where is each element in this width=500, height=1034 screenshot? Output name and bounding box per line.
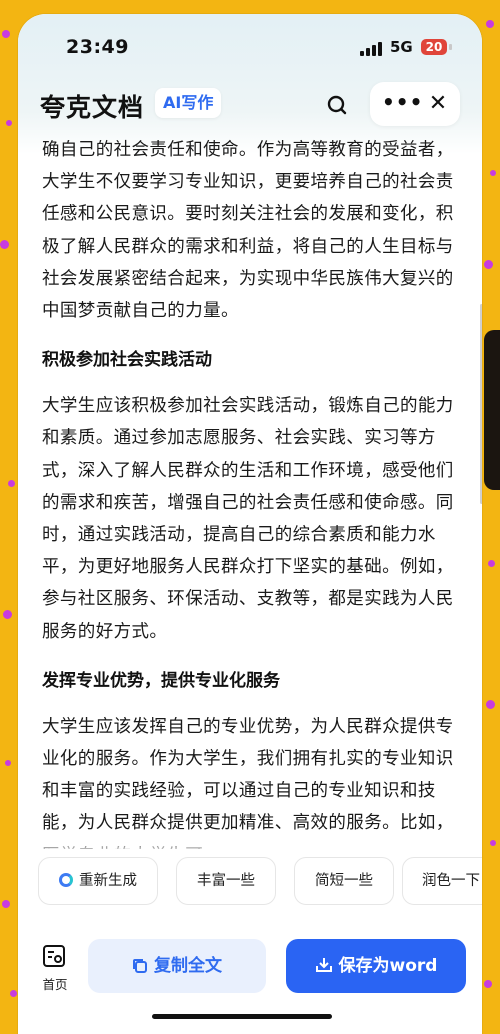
battery-level: 20	[425, 40, 443, 54]
paragraph-2: 大学生应该积极参加社会实践活动，锻炼自己的能力和素质。通过参加志愿服务、社会实践…	[42, 396, 454, 642]
network-type: 5G	[390, 38, 413, 56]
bottom-panel: 重新生成 丰富一些 简短一些 润色一下 首页 复制全文 保存为word	[18, 849, 482, 1034]
copy-icon	[133, 959, 147, 973]
copy-all-label: 复制全文	[154, 956, 222, 976]
copy-all-button[interactable]: 复制全文	[88, 939, 266, 993]
header-actions: ••• ✕	[370, 82, 460, 126]
scrollbar[interactable]	[480, 304, 482, 504]
ai-writing-badge[interactable]: AI写作	[155, 88, 222, 118]
phone-screen: 23:49 5G 20 夸克文档 AI写作 ••• ✕ 确自己的社会责任和使命。…	[18, 14, 482, 1034]
more-button[interactable]: •••	[382, 92, 422, 116]
more-icon: •••	[382, 90, 424, 114]
home-button[interactable]: 首页	[38, 944, 72, 994]
rewrite-chips: 重新生成 丰富一些 简短一些 润色一下	[38, 857, 482, 905]
paragraph-1: 确自己的社会责任和使命。作为高等教育的受益者，大学生不仅要学习专业知识，更要培养…	[42, 140, 454, 322]
shorten-label: 简短一些	[315, 873, 373, 889]
save-as-word-button[interactable]: 保存为word	[286, 939, 466, 993]
section-heading-professional: 发挥专业优势，提供专业化服务	[42, 670, 280, 691]
status-bar: 23:49 5G 20	[18, 14, 482, 84]
app-title: 夸克文档	[40, 93, 145, 122]
signal-icon	[360, 42, 382, 56]
close-button[interactable]: ✕	[424, 90, 452, 118]
document-content[interactable]: 确自己的社会责任和使命。作为高等教育的受益者，大学生不仅要学习专业知识，更要培养…	[42, 134, 462, 854]
battery-cap	[449, 44, 452, 50]
home-icon	[43, 945, 65, 967]
paragraph-3: 大学生应该发挥自己的专业优势，为人民群众提供专业化的服务。作为大学生，我们拥有扎…	[42, 716, 454, 854]
enrich-label: 丰富一些	[197, 873, 255, 889]
section-heading-practice: 积极参加社会实践活动	[42, 350, 212, 371]
regenerate-icon	[59, 873, 73, 887]
polish-label: 润色一下	[422, 873, 480, 889]
home-indicator	[152, 1014, 332, 1019]
save-as-word-label: 保存为word	[338, 956, 438, 976]
enrich-chip[interactable]: 丰富一些	[176, 857, 276, 905]
search-button[interactable]	[320, 88, 354, 122]
download-icon	[315, 958, 332, 972]
shorten-chip[interactable]: 简短一些	[294, 857, 394, 905]
status-time: 23:49	[66, 36, 129, 58]
battery-icon: 20	[421, 39, 447, 55]
regenerate-chip[interactable]: 重新生成	[38, 857, 158, 905]
close-icon: ✕	[428, 91, 448, 116]
polish-chip[interactable]: 润色一下	[402, 857, 482, 905]
search-icon	[327, 95, 347, 115]
home-label: 首页	[42, 977, 68, 992]
regenerate-label: 重新生成	[79, 873, 137, 889]
